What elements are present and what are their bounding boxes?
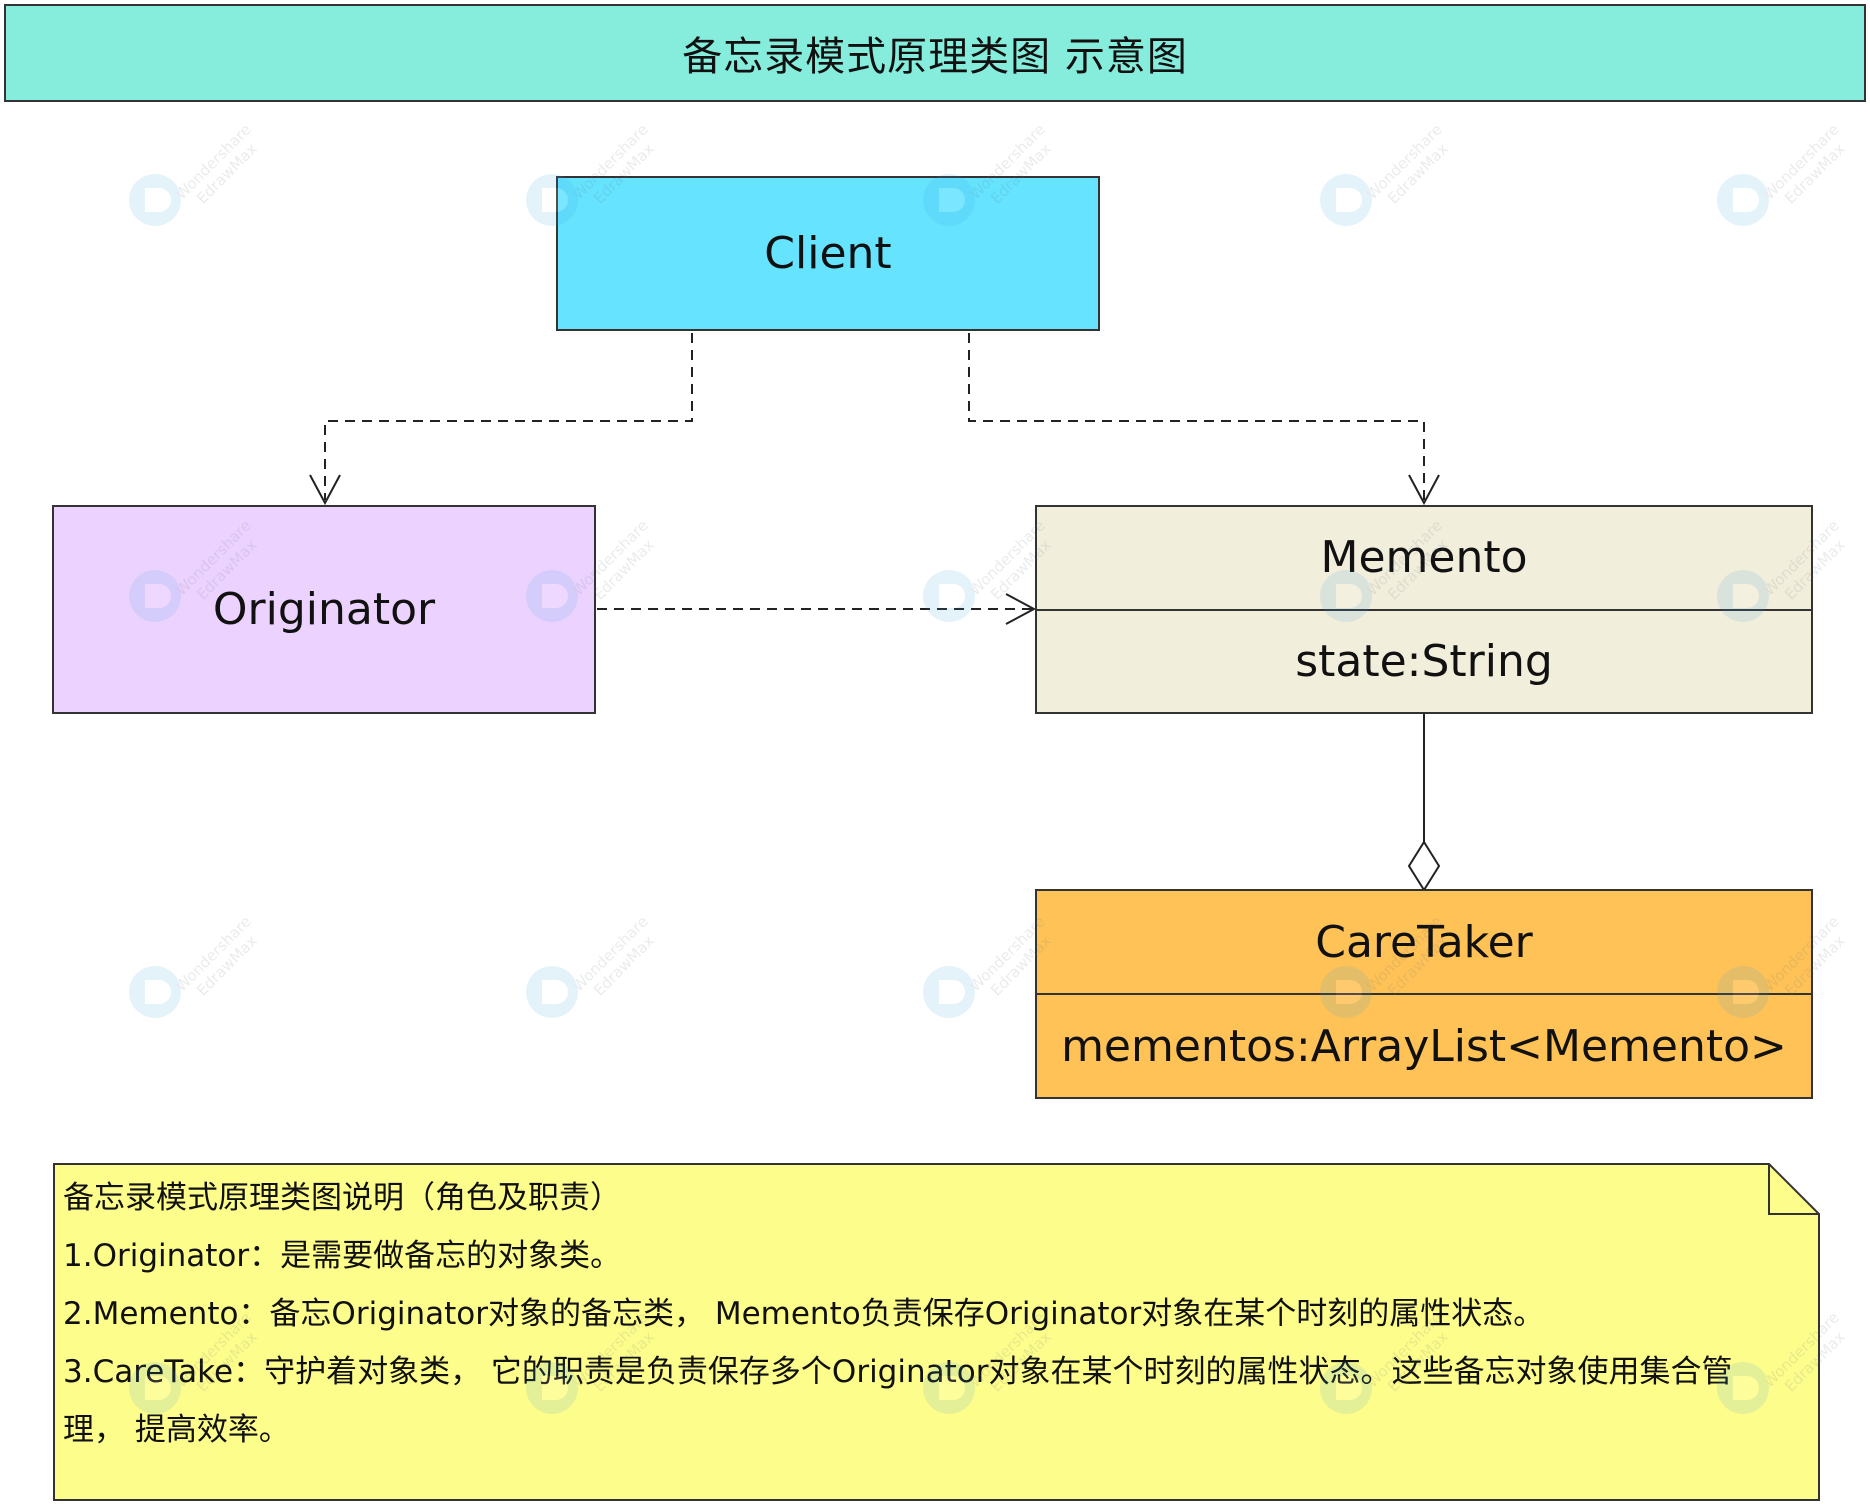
note-item-originator: 1.Originator：是需要做备忘的对象类。 <box>63 1238 622 1274</box>
originator-class-box: Originator <box>52 505 596 714</box>
memento-class-name: Memento <box>1320 532 1528 584</box>
aggregation-diamond <box>1407 840 1441 892</box>
caretaker-class-box: CareTaker mementos:ArrayList<Memento> <box>1035 889 1813 1099</box>
memento-name-section: Memento <box>1037 507 1811 609</box>
memento-attribute: state:String <box>1295 635 1553 687</box>
caretaker-name-section: CareTaker <box>1037 891 1811 993</box>
note-item-caretaker: 3.CareTake：守护着对象类， 它的职责是负责保存多个Originator… <box>63 1354 1733 1448</box>
dependency-client-originator <box>324 333 693 500</box>
client-class-box: Client <box>556 176 1100 331</box>
caretaker-attribute-section: mementos:ArrayList<Memento> <box>1037 993 1811 1097</box>
client-class-name: Client <box>764 228 892 279</box>
memento-class-box: Memento state:String <box>1035 505 1813 714</box>
caretaker-class-name: CareTaker <box>1315 916 1533 968</box>
caretaker-attribute: mementos:ArrayList<Memento> <box>1061 1020 1787 1072</box>
memento-attribute-section: state:String <box>1037 608 1811 713</box>
originator-class-name: Originator <box>212 584 436 635</box>
dependency-client-memento <box>968 333 1425 500</box>
note-item-memento: 2.Memento：备忘Originator对象的备忘类， Memento负责保… <box>63 1296 1545 1332</box>
description-note: 备忘录模式原理类图说明（角色及职责） 1.Originator：是需要做备忘的对… <box>53 1163 1821 1502</box>
note-heading: 备忘录模式原理类图说明（角色及职责） <box>63 1180 621 1216</box>
